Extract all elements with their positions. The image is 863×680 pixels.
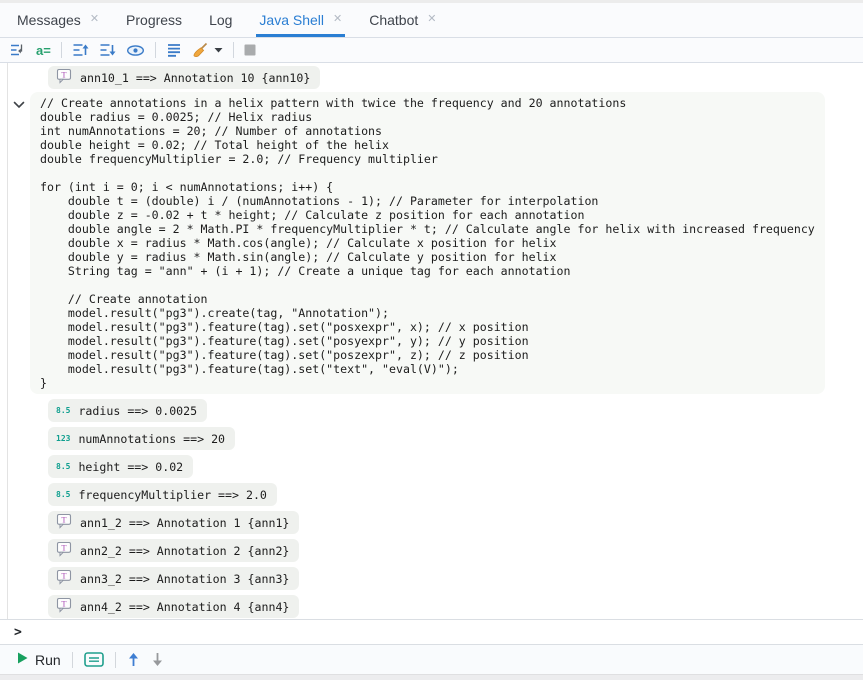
move-up-icon[interactable] — [72, 40, 89, 60]
result-list: 8.5 radius ==> 0.0025 123 numAnnotations ==… — [48, 399, 299, 618]
result-text: ann3_2 ==> Annotation 3 {ann3} — [80, 572, 289, 586]
preview-icon[interactable] — [126, 40, 145, 60]
run-bar: Run — [0, 645, 863, 674]
svg-text:T: T — [61, 515, 67, 525]
double-type-badge: 8.5 — [56, 462, 70, 471]
result-chip-ann4_2: Tann4_2 ==> Annotation 4 {ann4} — [48, 595, 299, 618]
result-text: ann1_2 ==> Annotation 1 {ann1} — [80, 516, 289, 530]
toolbar-separator — [61, 42, 62, 58]
tab-progress[interactable]: Progress — [123, 3, 185, 37]
autocomplete-icon[interactable]: a= — [36, 40, 51, 60]
status-strip — [0, 674, 863, 680]
result-chip-height: 8.5 height ==> 0.02 — [48, 455, 193, 478]
prompt-symbol: > — [14, 625, 22, 640]
double-type-badge: 8.5 — [56, 490, 70, 499]
command-window-icon[interactable] — [84, 650, 104, 670]
tab-label: Chatbot — [369, 12, 418, 28]
result-chip-frequencyMultiplier: 8.5 frequencyMultiplier ==> 2.0 — [48, 483, 277, 506]
runbar-separator — [72, 652, 73, 668]
result-chip-ann2_2: Tann2_2 ==> Annotation 2 {ann2} — [48, 539, 299, 562]
tab-bar: Messages ✕ Progress Log Java Shell ✕ Chatbot ✕ — [0, 3, 863, 38]
code-text: // Create annotations in a helix pattern… — [40, 96, 815, 390]
tab-java-shell[interactable]: Java Shell ✕ — [256, 3, 345, 37]
result-text: frequencyMultiplier ==> 2.0 — [78, 488, 266, 502]
result-chip-numAnnotations: 123 numAnnotations ==> 20 — [48, 427, 235, 450]
annotation-icon: T — [56, 513, 72, 532]
prompt-input-row[interactable]: > — [0, 619, 863, 645]
tab-log[interactable]: Log — [206, 3, 235, 37]
result-text: ann4_2 ==> Annotation 4 {ann4} — [80, 600, 289, 614]
result-chip-radius: 8.5 radius ==> 0.0025 — [48, 399, 207, 422]
toolbar-separator — [155, 42, 156, 58]
java-shell-window: Messages✕ProgressLogJava Shell✕Chatbot✕ … — [0, 0, 863, 680]
svg-text:T: T — [61, 70, 67, 80]
clear-dropdown-arrow[interactable] — [214, 40, 223, 60]
code-fold-chevron-icon[interactable] — [13, 96, 25, 104]
tab-label: Messages — [17, 12, 81, 28]
result-text: radius ==> 0.0025 — [78, 404, 197, 418]
svg-text:T: T — [61, 543, 67, 553]
previous-command-icon[interactable] — [127, 650, 140, 670]
double-type-badge: 8.5 — [56, 406, 70, 415]
annotation-icon: T — [56, 597, 72, 616]
result-text: ann2_2 ==> Annotation 2 {ann2} — [80, 544, 289, 558]
result-text: ann10_1 ==> Annotation 10 {ann10} — [80, 71, 310, 85]
tab-label: Java Shell — [259, 12, 324, 28]
result-chip-ann1_2: Tann1_2 ==> Annotation 1 {ann1} — [48, 511, 299, 534]
annotation-icon: T — [56, 541, 72, 560]
result-text: numAnnotations ==> 20 — [78, 432, 225, 446]
shell-toolbar: a= — [0, 38, 863, 63]
toolbar-separator — [233, 42, 234, 58]
play-icon — [17, 651, 28, 669]
code-cell[interactable]: // Create annotations in a helix pattern… — [30, 92, 825, 394]
svg-text:T: T — [61, 571, 67, 581]
tab-close-icon[interactable]: ✕ — [90, 14, 99, 25]
tab-label: Progress — [126, 12, 182, 28]
annotation-icon: T — [56, 569, 72, 588]
run-button[interactable]: Run — [17, 651, 61, 669]
tab-label: Log — [209, 12, 232, 28]
tab-messages[interactable]: Messages ✕ — [14, 3, 102, 37]
annotation-icon: T — [56, 68, 72, 87]
tab-close-icon[interactable]: ✕ — [427, 14, 436, 25]
svg-text:T: T — [61, 599, 67, 609]
result-chip-ann10_1: T ann10_1 ==> Annotation 10 {ann10} — [48, 66, 320, 89]
int-type-badge: 123 — [56, 434, 70, 443]
runbar-separator — [115, 652, 116, 668]
autocomplete-glyph: a= — [36, 43, 51, 58]
console-area: T ann10_1 ==> Annotation 10 {ann10} // C… — [0, 63, 863, 645]
result-text: height ==> 0.02 — [78, 460, 183, 474]
history-icon[interactable] — [166, 40, 182, 60]
result-chip-ann3_2: Tann3_2 ==> Annotation 3 {ann3} — [48, 567, 299, 590]
tab-close-icon[interactable]: ✕ — [333, 14, 342, 25]
next-command-icon[interactable] — [151, 650, 164, 670]
clear-icon[interactable] — [192, 40, 209, 60]
tab-chatbot[interactable]: Chatbot ✕ — [366, 3, 439, 37]
stop-icon[interactable] — [244, 40, 256, 60]
run-button-label: Run — [35, 652, 61, 668]
move-down-icon[interactable] — [99, 40, 116, 60]
variables-icon[interactable] — [9, 40, 26, 60]
